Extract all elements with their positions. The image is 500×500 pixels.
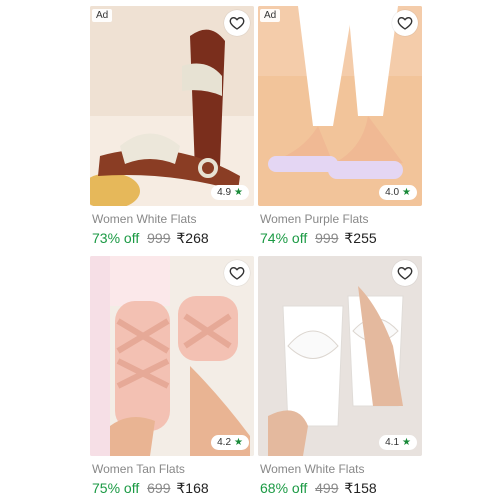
heart-icon [397, 266, 413, 280]
product-grid: Ad 4.9 ★ Women White Flats 73% off 999 ₹… [0, 0, 500, 500]
discount-text: 74% off [260, 230, 308, 246]
product-image[interactable]: Ad 4.9 ★ [90, 6, 254, 206]
wishlist-button[interactable] [224, 260, 250, 286]
product-title[interactable]: Women White Flats [260, 462, 364, 476]
discount-text: 73% off [92, 230, 140, 246]
star-icon: ★ [402, 437, 411, 448]
price-row: 73% off 999 ₹268 [92, 230, 209, 247]
product-title[interactable]: Women Tan Flats [92, 462, 185, 476]
ad-badge: Ad [260, 9, 281, 22]
rating-badge: 4.9 ★ [211, 185, 249, 200]
rating-badge: 4.1 ★ [379, 435, 417, 450]
ad-badge: Ad [92, 9, 113, 22]
rating-badge: 4.2 ★ [211, 435, 249, 450]
product-title[interactable]: Women White Flats [92, 212, 196, 226]
rating-value: 4.2 [217, 437, 232, 448]
product-image[interactable]: 4.2 ★ [90, 256, 254, 456]
mrp-text: 999 [315, 230, 339, 246]
heart-icon [229, 16, 245, 30]
price-row: 74% off 999 ₹255 [260, 230, 377, 247]
wishlist-button[interactable] [392, 260, 418, 286]
wishlist-button[interactable] [392, 10, 418, 36]
price-row: 75% off 699 ₹168 [92, 480, 209, 497]
discount-text: 75% off [92, 480, 140, 496]
discount-text: 68% off [260, 480, 308, 496]
selling-price: ₹168 [176, 480, 209, 496]
price-row: 68% off 499 ₹158 [260, 480, 377, 497]
star-icon: ★ [402, 187, 411, 198]
heart-icon [229, 266, 245, 280]
rating-value: 4.1 [385, 437, 400, 448]
rating-badge: 4.0 ★ [379, 185, 417, 200]
rating-value: 4.9 [217, 187, 232, 198]
star-icon: ★ [234, 437, 243, 448]
star-icon: ★ [234, 187, 243, 198]
rating-value: 4.0 [385, 187, 400, 198]
selling-price: ₹158 [344, 480, 377, 496]
wishlist-button[interactable] [224, 10, 250, 36]
mrp-text: 999 [147, 230, 171, 246]
product-image[interactable]: 4.1 ★ [258, 256, 422, 456]
product-image[interactable]: Ad 4.0 ★ [258, 6, 422, 206]
selling-price: ₹255 [344, 230, 377, 246]
mrp-text: 499 [315, 480, 339, 496]
selling-price: ₹268 [176, 230, 209, 246]
product-title[interactable]: Women Purple Flats [260, 212, 369, 226]
heart-icon [397, 16, 413, 30]
mrp-text: 699 [147, 480, 171, 496]
